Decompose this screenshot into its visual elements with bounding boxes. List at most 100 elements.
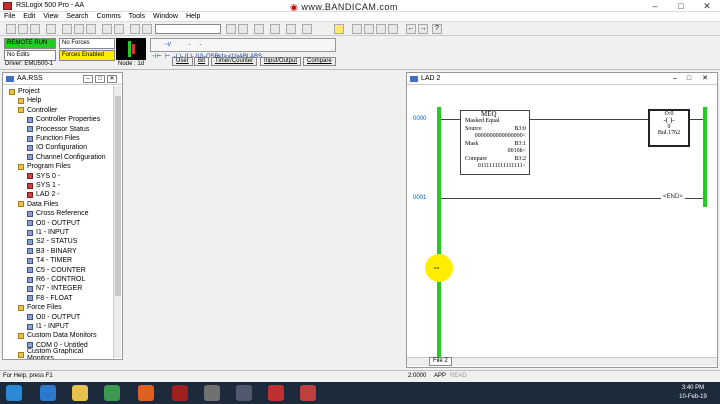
new-file-icon[interactable] xyxy=(6,24,16,34)
tree-item[interactable]: SYS 1 - xyxy=(27,181,60,190)
tree-item[interactable]: I1 - INPUT xyxy=(27,228,69,237)
ladder-maximize-icon[interactable]: □ xyxy=(683,75,695,83)
tree-item[interactable]: Project xyxy=(9,87,40,96)
tree-item[interactable]: Force Files xyxy=(18,303,62,312)
menu-view[interactable]: View xyxy=(39,12,62,22)
tree-item[interactable]: Processor Status xyxy=(27,125,89,134)
project-minimize-icon[interactable]: – xyxy=(83,75,93,83)
project-scroll-thumb[interactable] xyxy=(115,96,121,296)
open-file-icon[interactable] xyxy=(18,24,28,34)
menu-help[interactable]: Help xyxy=(182,12,204,22)
tab-user[interactable]: User xyxy=(172,57,193,66)
tree-item[interactable]: C5 - COUNTER xyxy=(27,266,86,275)
cancel-edits-icon[interactable] xyxy=(388,24,398,34)
menu-edit[interactable]: Edit xyxy=(19,12,39,22)
tree-item[interactable]: B3 - BINARY xyxy=(27,247,77,256)
tree-item[interactable]: Data Files xyxy=(18,200,59,209)
project-close-icon[interactable]: ✕ xyxy=(107,75,117,83)
forward-arrow-icon[interactable]: → xyxy=(418,24,428,34)
tree-item[interactable]: Help xyxy=(18,96,41,105)
menu-search[interactable]: Search xyxy=(62,12,92,22)
app-icon-6[interactable] xyxy=(204,385,220,401)
tree-item[interactable]: IO Configuration xyxy=(27,143,87,152)
menu-window[interactable]: Window xyxy=(149,12,182,22)
tab-compare[interactable]: Compare xyxy=(303,57,336,66)
close-icon[interactable]: ✕ xyxy=(694,0,720,12)
search-icon[interactable] xyxy=(254,24,264,34)
toolbar-combo-box[interactable] xyxy=(155,24,221,34)
tree-item[interactable]: O0 - OUTPUT xyxy=(27,219,80,228)
edits-indicator[interactable]: No Edits xyxy=(4,50,56,61)
app-icon-9[interactable] xyxy=(300,385,316,401)
meq-mask-address[interactable]: B3:1 xyxy=(514,141,526,147)
tree-item[interactable]: R6 - CONTROL xyxy=(27,275,85,284)
save-icon[interactable] xyxy=(30,24,40,34)
meq-compare-address[interactable]: B3:2 xyxy=(514,156,526,162)
options-icon[interactable] xyxy=(302,24,312,34)
tree-item[interactable]: Cross Reference xyxy=(27,209,89,218)
copy-icon[interactable] xyxy=(74,24,84,34)
tab-timer-counter[interactable]: Timer/Counter xyxy=(211,57,258,66)
cut-icon[interactable] xyxy=(62,24,72,34)
menu-file[interactable]: File xyxy=(0,12,19,22)
verify-icon[interactable] xyxy=(226,24,236,34)
tree-item[interactable]: Function Files xyxy=(27,134,80,143)
tree-item[interactable]: Program Files xyxy=(18,162,71,171)
online-edit-icon[interactable] xyxy=(352,24,362,34)
internet-explorer-icon[interactable] xyxy=(40,385,56,401)
tree-item[interactable]: Channel Configuration xyxy=(27,153,106,162)
tree-item[interactable]: LAD 2 - xyxy=(27,190,60,199)
system-clock[interactable]: 3:40 PM 10-Feb-19 xyxy=(668,384,718,402)
report-icon[interactable] xyxy=(270,24,280,34)
run-mode-indicator[interactable]: REMOTE RUN xyxy=(4,38,56,49)
tree-item[interactable]: SYS 0 - xyxy=(27,172,60,181)
menu-tools[interactable]: Tools xyxy=(125,12,149,22)
minimize-icon[interactable]: – xyxy=(642,0,668,12)
project-restore-icon[interactable]: □ xyxy=(95,75,105,83)
rung-number-0000[interactable]: 0000 xyxy=(413,116,426,122)
help-icon[interactable]: ? xyxy=(432,24,442,34)
meq-source-address[interactable]: B3:0 xyxy=(514,126,526,132)
test-edits-icon[interactable] xyxy=(364,24,374,34)
forces-indicator[interactable]: No Forces xyxy=(59,38,115,49)
tree-item[interactable]: Controller xyxy=(18,106,57,115)
file-explorer-icon[interactable] xyxy=(72,385,88,401)
add-rung-icon[interactable] xyxy=(334,24,344,34)
tab-bit[interactable]: Bit xyxy=(194,57,210,66)
zoom-out-icon[interactable] xyxy=(142,24,152,34)
ladder-scrollbar[interactable] xyxy=(407,357,717,366)
tab-file-2[interactable]: File 2 xyxy=(429,357,452,366)
zoom-in-icon[interactable] xyxy=(130,24,140,34)
tree-item[interactable]: Custom Graphical Monitors xyxy=(18,348,111,359)
tree-item[interactable]: Controller Properties xyxy=(27,115,100,124)
meq-instruction[interactable]: MEQ Masked Equal Source B3:0 000000000000… xyxy=(460,110,530,175)
cross-ref-icon[interactable] xyxy=(286,24,296,34)
tree-item[interactable]: T4 - TIMER xyxy=(27,256,72,265)
project-scrollbar[interactable] xyxy=(113,86,121,358)
tree-item[interactable]: I1 - INPUT xyxy=(27,322,69,331)
start-icon[interactable] xyxy=(6,385,22,401)
ladder-close-icon[interactable]: ✕ xyxy=(699,75,711,83)
output-coil[interactable]: O:0 -( )- 0 Bul.1762 xyxy=(648,109,690,147)
ladder-minimize-icon[interactable]: – xyxy=(669,75,681,83)
tab-input-output[interactable]: Input/Output xyxy=(260,57,302,66)
tree-item[interactable]: F8 - FLOAT xyxy=(27,294,72,303)
print-icon[interactable] xyxy=(46,24,56,34)
paste-icon[interactable] xyxy=(86,24,96,34)
bandicam-taskbar-icon[interactable] xyxy=(268,385,284,401)
assemble-edits-icon[interactable] xyxy=(376,24,386,34)
media-player-icon[interactable] xyxy=(104,385,120,401)
tree-item[interactable]: Custom Data Monitors xyxy=(18,331,97,340)
firefox-icon[interactable] xyxy=(138,385,154,401)
tree-item[interactable]: S2 - STATUS xyxy=(27,237,77,246)
rung-number-0001[interactable]: 0001 xyxy=(413,195,426,201)
tree-item[interactable]: N7 - INTEGER xyxy=(27,284,82,293)
forces-enabled-indicator[interactable]: Forces Enabled xyxy=(59,50,115,61)
verify-file-icon[interactable] xyxy=(238,24,248,34)
maximize-icon[interactable]: □ xyxy=(668,0,694,12)
undo-icon[interactable] xyxy=(102,24,112,34)
redo-icon[interactable] xyxy=(114,24,124,34)
menu-comms[interactable]: Comms xyxy=(93,12,125,22)
back-arrow-icon[interactable]: ← xyxy=(406,24,416,34)
xic-icon[interactable]: ⊣⊢ xyxy=(151,51,162,63)
